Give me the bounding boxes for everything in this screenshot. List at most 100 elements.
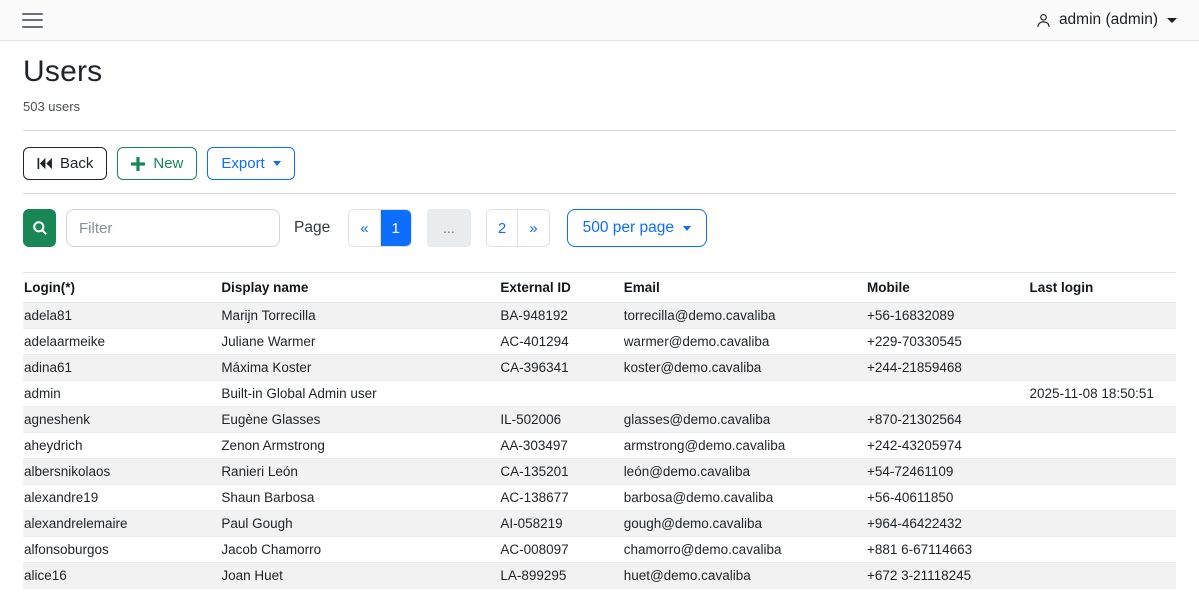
export-button-label: Export bbox=[221, 156, 264, 171]
divider bbox=[23, 130, 1176, 131]
cell-mobile: +964-46422432 bbox=[867, 511, 1030, 537]
search-button[interactable] bbox=[23, 209, 56, 247]
cell-external-id: AC-138677 bbox=[500, 485, 623, 511]
cell-display-name: Ranieri León bbox=[221, 459, 500, 485]
cell-display-name: Jacob Chamorro bbox=[221, 537, 500, 563]
top-navbar: admin (admin) bbox=[0, 0, 1199, 41]
cell-last-login bbox=[1030, 511, 1176, 537]
new-button[interactable]: New bbox=[117, 147, 197, 180]
cell-mobile: +229-70330545 bbox=[867, 329, 1030, 355]
cell-last-login bbox=[1030, 485, 1176, 511]
pagination-ellipsis: ... bbox=[427, 209, 471, 247]
cell-login: alexandre19 bbox=[23, 485, 221, 511]
cell-external-id: LA-899295 bbox=[500, 563, 623, 589]
cell-mobile: +56-16832089 bbox=[867, 303, 1030, 329]
filter-row: Page « 1 ... 2 » 500 per page bbox=[23, 209, 1176, 247]
cell-last-login bbox=[1030, 329, 1176, 355]
table-header-row: Login(*)Display nameExternal IDEmailMobi… bbox=[23, 273, 1176, 303]
column-header-mobile: Mobile bbox=[867, 273, 1030, 303]
cell-display-name: Paul Gough bbox=[221, 511, 500, 537]
cell-email: huet@demo.cavaliba bbox=[624, 563, 867, 589]
cell-login: admin bbox=[23, 381, 221, 407]
back-button[interactable]: Back bbox=[23, 147, 107, 180]
column-header-last-login: Last login bbox=[1030, 273, 1176, 303]
cell-login: agneshenk bbox=[23, 407, 221, 433]
cell-external-id: CA-135201 bbox=[500, 459, 623, 485]
table-row[interactable]: alfonsoburgosJacob ChamorroAC-008097cham… bbox=[23, 537, 1176, 563]
chevron-down-icon bbox=[273, 161, 281, 166]
chevron-down-icon bbox=[683, 226, 691, 231]
divider bbox=[23, 193, 1176, 194]
toolbar: Back New Export bbox=[23, 147, 1176, 180]
cell-mobile bbox=[867, 381, 1030, 407]
users-table-container: Login(*)Display nameExternal IDEmailMobi… bbox=[23, 272, 1176, 589]
user-count: 503 users bbox=[23, 99, 1176, 114]
table-row[interactable]: alexandre19Shaun BarbosaAC-138677barbosa… bbox=[23, 485, 1176, 511]
cell-display-name: Eugène Glasses bbox=[221, 407, 500, 433]
search-icon bbox=[32, 220, 48, 236]
hamburger-menu-icon[interactable] bbox=[22, 13, 43, 28]
cell-display-name: Marijn Torrecilla bbox=[221, 303, 500, 329]
cell-external-id: AI-058219 bbox=[500, 511, 623, 537]
cell-login: adelaarmeike bbox=[23, 329, 221, 355]
cell-external-id: AC-401294 bbox=[500, 329, 623, 355]
pagination-prev[interactable]: « bbox=[349, 210, 380, 246]
per-page-dropdown[interactable]: 500 per page bbox=[567, 209, 707, 247]
cell-login: albersnikolaos bbox=[23, 459, 221, 485]
cell-mobile: +242-43205974 bbox=[867, 433, 1030, 459]
table-row[interactable]: agneshenkEugène GlassesIL-502006glasses@… bbox=[23, 407, 1176, 433]
cell-last-login bbox=[1030, 303, 1176, 329]
cell-last-login bbox=[1030, 433, 1176, 459]
cell-display-name: Máxima Koster bbox=[221, 355, 500, 381]
column-header-login: Login(*) bbox=[23, 273, 221, 303]
table-row[interactable]: aheydrichZenon ArmstrongAA-303497armstro… bbox=[23, 433, 1176, 459]
pagination-next[interactable]: » bbox=[518, 210, 548, 246]
page-label: Page bbox=[294, 219, 330, 237]
user-menu-label: admin (admin) bbox=[1059, 11, 1158, 29]
cell-email: león@demo.cavaliba bbox=[624, 459, 867, 485]
table-row[interactable]: adina61Máxima KosterCA-396341koster@demo… bbox=[23, 355, 1176, 381]
cell-external-id: BA-948192 bbox=[500, 303, 623, 329]
cell-email: armstrong@demo.cavaliba bbox=[624, 433, 867, 459]
cell-email: glasses@demo.cavaliba bbox=[624, 407, 867, 433]
cell-display-name: Shaun Barbosa bbox=[221, 485, 500, 511]
column-header-email: Email bbox=[624, 273, 867, 303]
user-menu[interactable]: admin (admin) bbox=[1035, 11, 1177, 29]
cell-email: torrecilla@demo.cavaliba bbox=[624, 303, 867, 329]
plus-icon bbox=[131, 157, 145, 171]
table-row[interactable]: alexandrelemairePaul GoughAI-058219gough… bbox=[23, 511, 1176, 537]
cell-login: alexandrelemaire bbox=[23, 511, 221, 537]
cell-last-login bbox=[1030, 407, 1176, 433]
cell-login: alice16 bbox=[23, 563, 221, 589]
cell-login: aheydrich bbox=[23, 433, 221, 459]
cell-last-login bbox=[1030, 355, 1176, 381]
cell-last-login bbox=[1030, 537, 1176, 563]
table-row[interactable]: adminBuilt-in Global Admin user 2025-11-0… bbox=[23, 381, 1176, 407]
cell-mobile: +54-72461109 bbox=[867, 459, 1030, 485]
cell-mobile: +56-40611850 bbox=[867, 485, 1030, 511]
cell-display-name: Built-in Global Admin user bbox=[221, 381, 500, 407]
cell-last-login bbox=[1030, 459, 1176, 485]
export-button[interactable]: Export bbox=[207, 147, 294, 180]
column-header-display-name: Display name bbox=[221, 273, 500, 303]
pagination-page-2[interactable]: 2 bbox=[487, 210, 518, 246]
users-table-body: adela81Marijn TorrecillaBA-948192torreci… bbox=[23, 303, 1176, 589]
cell-email bbox=[624, 381, 867, 407]
cell-login: adina61 bbox=[23, 355, 221, 381]
cell-mobile: +881 6-67114663 bbox=[867, 537, 1030, 563]
cell-display-name: Joan Huet bbox=[221, 563, 500, 589]
table-row[interactable]: alice16Joan HuetLA-899295huet@demo.caval… bbox=[23, 563, 1176, 589]
table-row[interactable]: adela81Marijn TorrecillaBA-948192torreci… bbox=[23, 303, 1176, 329]
per-page-label: 500 per page bbox=[583, 219, 674, 237]
cell-last-login: 2025-11-08 18:50:51 bbox=[1030, 381, 1176, 407]
cell-email: gough@demo.cavaliba bbox=[624, 511, 867, 537]
filter-input[interactable] bbox=[66, 209, 280, 247]
cell-mobile: +244-21859468 bbox=[867, 355, 1030, 381]
cell-email: barbosa@demo.cavaliba bbox=[624, 485, 867, 511]
pagination-page-1[interactable]: 1 bbox=[381, 210, 411, 246]
table-row[interactable]: adelaarmeikeJuliane WarmerAC-401294warme… bbox=[23, 329, 1176, 355]
table-row[interactable]: albersnikolaosRanieri LeónCA-135201león@… bbox=[23, 459, 1176, 485]
pagination: « 1 ... 2 » bbox=[348, 209, 549, 247]
pagination-group: « 1 bbox=[348, 209, 412, 247]
chevron-down-icon bbox=[1167, 18, 1177, 23]
